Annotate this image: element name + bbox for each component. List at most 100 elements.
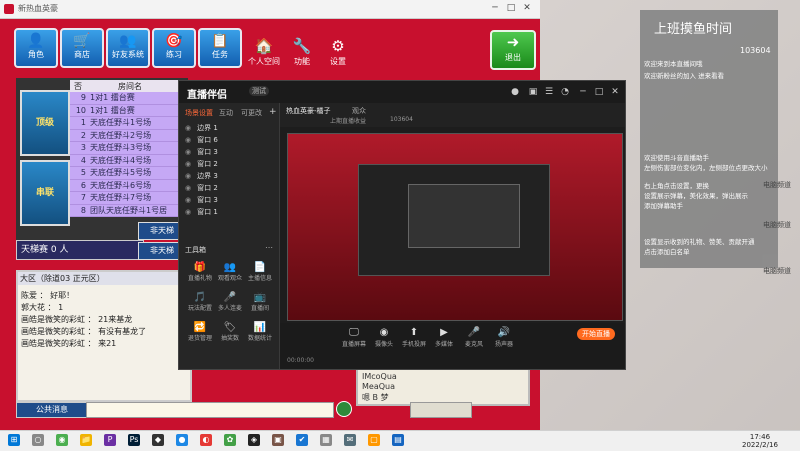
live-preview[interactable]: [287, 133, 623, 321]
tool-play[interactable]: 🎵 玩法配置: [185, 291, 215, 313]
chat-input[interactable]: [86, 402, 334, 418]
tool-mic[interactable]: 🎤 多人连麦: [215, 291, 245, 313]
room-row[interactable]: 4 天底任野斗4号场: [70, 154, 182, 167]
shop-icon: 🛒: [73, 33, 91, 49]
role-icon: 👤: [27, 33, 45, 49]
app-icon[interactable]: ◆: [152, 434, 164, 446]
player-name[interactable]: 嗯 B 梦: [362, 392, 389, 403]
close-icon[interactable]: ✕: [609, 86, 621, 98]
wrench-icon: 🔧: [292, 37, 312, 55]
more-icon[interactable]: ⋯: [265, 243, 273, 252]
minimize-icon[interactable]: ─: [577, 86, 589, 98]
camera-button[interactable]: ◉ 摄像头: [370, 327, 398, 348]
room-row[interactable]: 8 团队天底任野斗1号居: [70, 204, 182, 217]
app-icon[interactable]: ◐: [200, 434, 212, 446]
tab-interact[interactable]: 互动: [219, 108, 233, 118]
edge-icon[interactable]: ●: [176, 434, 188, 446]
maximize-icon[interactable]: □: [504, 2, 518, 15]
game-titlebar[interactable]: 新热血英豪 ─ □ ✕: [0, 0, 540, 19]
stream-id: 103604: [390, 116, 413, 123]
chat-message: 欢迎来到本直播间哦: [644, 60, 703, 68]
source-item[interactable]: ◉ 窗口 6: [185, 135, 273, 146]
skin-icon[interactable]: ▣: [527, 86, 539, 98]
game-chat-panel: 大区（除道03 正元区） 陈爱 ： 好耶！ 郭大花 ： 1 画皓是微笑的彩虹 ：…: [16, 270, 192, 402]
maximize-icon[interactable]: □: [593, 86, 605, 98]
search-icon[interactable]: ○: [32, 434, 44, 446]
source-item[interactable]: ◉ 窗口 2: [185, 183, 273, 194]
tool-room[interactable]: 📺 直播间: [245, 291, 275, 313]
tool-audience[interactable]: 👥 观看观众: [215, 261, 245, 283]
photoshop-icon[interactable]: Ps: [128, 434, 140, 446]
emoji-icon[interactable]: [336, 401, 352, 417]
settings-button[interactable]: ⚙ 设置: [318, 36, 358, 66]
room-row[interactable]: 1 天底任野斗1号场: [70, 117, 182, 130]
wechat-icon[interactable]: ✿: [224, 434, 236, 446]
function-button[interactable]: 🔧 功能: [282, 36, 322, 66]
media-button[interactable]: ▶ 多媒体: [430, 327, 458, 348]
chat-channel-header[interactable]: 大区（除道03 正元区）: [18, 272, 192, 285]
player-name[interactable]: IMcoQua: [362, 372, 397, 381]
premiere-icon[interactable]: P: [104, 434, 116, 446]
avatar[interactable]: ●: [509, 86, 521, 98]
start-icon[interactable]: ⊞: [8, 434, 20, 446]
room-row[interactable]: 2 天底任野斗2号场: [70, 129, 182, 142]
add-icon[interactable]: +: [269, 107, 277, 117]
microphone-button[interactable]: 🎤 麦克风: [460, 327, 488, 348]
system-clock[interactable]: 17:46 2022/2/16: [742, 433, 778, 449]
source-item[interactable]: ◉ 窗口 3: [185, 147, 273, 158]
tool-lottery[interactable]: 🏷 抽奖数: [215, 321, 245, 343]
tab-scene[interactable]: 场景设置: [185, 108, 213, 118]
tool-stats[interactable]: 📊 数据统计: [245, 321, 275, 343]
personal-space-button[interactable]: 🏠 个人空间: [244, 36, 284, 66]
tool-info[interactable]: 📄 主播信息: [245, 261, 275, 283]
start-live-button[interactable]: 开始直播: [577, 328, 615, 340]
app-icon[interactable]: ◈: [248, 434, 260, 446]
exit-button[interactable]: ➜ 退出: [490, 30, 536, 70]
shop-button[interactable]: 🛒 商店: [60, 28, 104, 68]
menu-icon[interactable]: ☰: [543, 86, 555, 98]
mail-icon[interactable]: ✉: [344, 434, 356, 446]
room-row[interactable]: 9 1对1 擂台赛: [70, 92, 182, 105]
public-message-select[interactable]: 公共消息: [16, 402, 88, 418]
room-row[interactable]: 5 天底任野斗5号场: [70, 167, 182, 180]
stream-titlebar[interactable]: 直播伴侣 测试 ● ▣ ☰ ◔ ─ □ ✕: [179, 81, 625, 103]
tools-icon[interactable]: ✔: [296, 434, 308, 446]
desktop-icon[interactable]: 电脑频道: [762, 266, 792, 276]
folder-icon[interactable]: 📁: [80, 434, 92, 446]
screen-capture-button[interactable]: 🖵 直播屏幕: [340, 327, 368, 348]
mode-card-2[interactable]: 串联: [20, 160, 70, 226]
player-name[interactable]: MeaQua: [362, 382, 395, 391]
app-icon[interactable]: ▦: [320, 434, 332, 446]
practice-button[interactable]: 🎯 练习: [152, 28, 196, 68]
room-row[interactable]: 6 天底任野斗6号场: [70, 179, 182, 192]
close-icon[interactable]: ✕: [520, 2, 534, 15]
source-item[interactable]: ◉ 窗口 2: [185, 159, 273, 170]
tool-return[interactable]: 🔁 退货管理: [185, 321, 215, 343]
minimize-icon[interactable]: ─: [488, 2, 502, 15]
speaker-button[interactable]: 🔊 扬声器: [490, 327, 518, 348]
desktop-icon[interactable]: 电脑频道: [762, 220, 792, 230]
phone-cast-button[interactable]: ⬆ 手机投屏: [400, 327, 428, 348]
app-icon[interactable]: ▤: [392, 434, 404, 446]
stream-app-name: 直播伴侣: [187, 90, 227, 101]
task-button[interactable]: 📋 任务: [198, 28, 242, 68]
chrome-icon[interactable]: ◉: [56, 434, 68, 446]
room-row[interactable]: 7 天底任野斗7号场: [70, 192, 182, 205]
tool-gift[interactable]: 🎁 直播礼物: [185, 261, 215, 283]
send-button[interactable]: [410, 402, 472, 418]
source-item[interactable]: ◉ 窗口 3: [185, 195, 273, 206]
game-icon[interactable]: ▣: [272, 434, 284, 446]
role-button[interactable]: 👤 角色: [14, 28, 58, 68]
bell-icon[interactable]: ◔: [559, 86, 571, 98]
source-item[interactable]: ◉ 边界 1: [185, 123, 273, 134]
room-row[interactable]: 10 1对1 擂台赛: [70, 104, 182, 117]
room-row[interactable]: 3 天底任野斗3号场: [70, 142, 182, 155]
mode-card-1[interactable]: 顶级: [20, 90, 70, 156]
chat-message: 设置显示收到的礼物、赞美、贡献开通: [644, 238, 755, 246]
desktop-icon[interactable]: 电脑频道: [762, 180, 792, 190]
app-icon[interactable]: ▢: [368, 434, 380, 446]
source-item[interactable]: ◉ 窗口 1: [185, 207, 273, 218]
friends-button[interactable]: 👥 好友系统: [106, 28, 150, 68]
source-item[interactable]: ◉ 边界 3: [185, 171, 273, 182]
tab-editable[interactable]: 可更改: [241, 108, 262, 118]
